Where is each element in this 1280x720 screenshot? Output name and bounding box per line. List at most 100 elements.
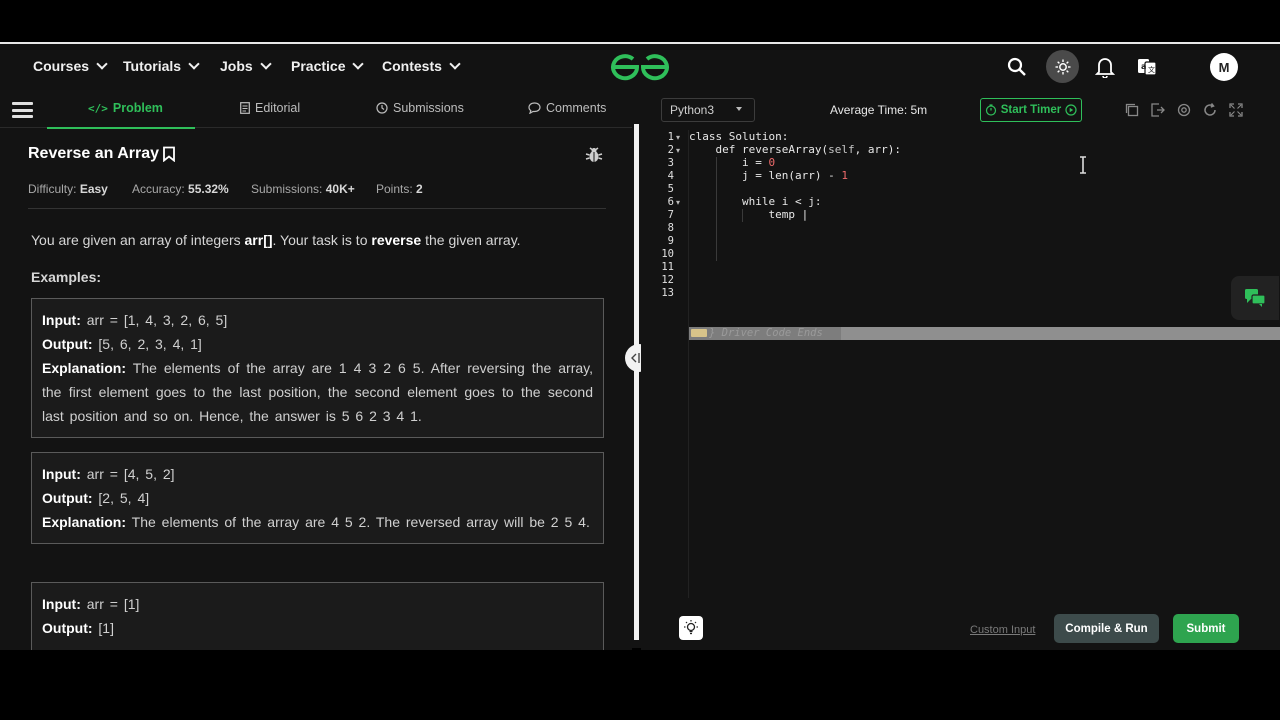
problem-title-text: Reverse an Array: [28, 145, 160, 162]
code-icon: </>: [88, 101, 108, 115]
chat-icon: [1245, 289, 1266, 307]
chevron-down-icon: [96, 57, 108, 70]
tab-problem[interactable]: </> Problem: [88, 101, 163, 115]
fullscreen-icon[interactable]: [1150, 102, 1166, 118]
code-number: 1: [841, 169, 848, 182]
code-line-6: while i < j:: [689, 195, 821, 208]
document-icon: [240, 102, 250, 114]
compile-run-label: Compile & Run: [1065, 622, 1148, 635]
code-line-2: def reverseArray(self, arr):: [689, 143, 901, 156]
avatar-initial: M: [1218, 59, 1230, 75]
code-line-4: j = len(arr) - 1: [689, 169, 848, 182]
tab-problem-label: Problem: [112, 101, 163, 115]
comment-icon: [528, 102, 541, 114]
line-number: 4: [667, 170, 674, 182]
nav-tutorials[interactable]: Tutorials: [123, 57, 200, 74]
custom-input-link[interactable]: Custom Input: [970, 624, 1035, 636]
svg-text:a: a: [1141, 62, 1146, 71]
tab-submissions[interactable]: Submissions: [376, 101, 464, 115]
difficulty-label: Difficulty:: [28, 182, 77, 196]
example-box-2: Input: arr = [4, 5, 2] Output: [2, 5, 4]…: [31, 452, 604, 544]
compile-run-button[interactable]: Compile & Run: [1054, 614, 1159, 643]
fold-arrow-icon[interactable]: ▾: [676, 198, 680, 207]
code-text: while i < j:: [689, 195, 822, 208]
code-text: class Solution:: [689, 130, 789, 143]
input-label: Input:: [42, 466, 81, 482]
code-self: self: [828, 143, 855, 156]
code-number: 0: [768, 156, 776, 169]
driver-code-folded[interactable]: } Driver Code Ends: [689, 327, 1280, 340]
fold-badge-icon[interactable]: [691, 329, 707, 337]
reset-icon[interactable]: [1202, 102, 1218, 118]
avatar[interactable]: M: [1210, 53, 1238, 81]
example-input: arr = [4, 5, 2]: [86, 466, 175, 482]
problem-title: Reverse an Array: [28, 145, 176, 163]
line-number: 13: [661, 287, 674, 299]
line-number: 10: [661, 248, 674, 260]
play-icon: [1065, 104, 1077, 116]
code-text: , arr):: [854, 143, 901, 156]
nav-courses[interactable]: Courses: [33, 57, 108, 74]
submit-label: Submit: [1186, 622, 1226, 635]
explanation-label: Explanation:: [42, 514, 127, 530]
gfg-logo[interactable]: [610, 52, 670, 82]
line-number: 1: [667, 131, 674, 143]
tab-comments[interactable]: Comments: [528, 101, 606, 115]
desc-text: You are given an array of integers: [31, 232, 245, 248]
settings-icon[interactable]: [1176, 102, 1192, 118]
submit-button[interactable]: Submit: [1173, 614, 1239, 643]
bell-icon[interactable]: [1092, 54, 1118, 80]
code-editor[interactable]: class Solution: def reverseArray(self, a…: [688, 130, 1280, 598]
points-label: Points:: [376, 182, 413, 196]
problem-description: You are given an array of integers arr[]…: [31, 232, 521, 248]
editor-panel: Python3 Average Time: 5m Start Timer 1 2…: [641, 90, 1280, 650]
desc-text: the given array.: [421, 232, 521, 248]
accuracy-label: Accuracy:: [132, 182, 185, 196]
example-input: arr = [1]: [86, 596, 140, 612]
bookmark-icon[interactable]: [162, 146, 176, 162]
example-box-1: Input: arr = [1, 4, 3, 2, 6, 5] Output: …: [31, 298, 604, 438]
copy-icon[interactable]: [1124, 102, 1140, 118]
hint-button[interactable]: [679, 616, 703, 640]
points-value: 2: [416, 182, 423, 196]
divider: [28, 208, 606, 209]
clock-icon: [376, 102, 388, 114]
submissions-meta: Submissions: 40K+: [251, 182, 355, 196]
search-icon[interactable]: [1004, 54, 1030, 80]
bug-icon[interactable]: [585, 146, 603, 164]
example-box-3: Input: arr = [1] Output: [1]: [31, 582, 604, 650]
translate-icon[interactable]: a文: [1134, 54, 1160, 80]
example-explanation: The elements of the array are 4 5 2. The…: [131, 514, 590, 530]
start-timer-button[interactable]: Start Timer: [980, 98, 1082, 122]
nav-contests[interactable]: Contests: [382, 57, 461, 74]
language-select[interactable]: Python3: [661, 98, 755, 122]
nav-jobs-label: Jobs: [220, 58, 253, 74]
problem-panel: </> Problem Editorial Submissions Commen…: [0, 90, 632, 650]
line-number: 3: [667, 157, 674, 169]
difficulty-meta: Difficulty: Easy: [28, 182, 108, 196]
tab-editorial[interactable]: Editorial: [240, 101, 300, 115]
chevron-down-icon: [188, 57, 200, 70]
expand-icon[interactable]: [1228, 102, 1244, 118]
output-label: Output:: [42, 336, 93, 352]
nav-practice[interactable]: Practice: [291, 57, 365, 74]
fold-arrow-icon[interactable]: ▾: [676, 146, 680, 155]
nav-jobs[interactable]: Jobs: [220, 57, 272, 74]
examples-heading: Examples:: [31, 269, 102, 285]
nav-contests-label: Contests: [382, 58, 442, 74]
caret-down-icon: [736, 107, 742, 111]
panel-scrollbar[interactable]: [634, 124, 639, 640]
fold-arrow-icon[interactable]: ▾: [676, 133, 680, 142]
example-output: [1]: [98, 620, 114, 636]
chevron-down-icon: [449, 57, 461, 70]
theme-toggle-button[interactable]: [1046, 50, 1079, 83]
app-frame: Courses Tutorials Jobs Practice Contests…: [0, 42, 1280, 650]
chevron-down-icon: [260, 57, 272, 70]
svg-text:文: 文: [1148, 65, 1155, 74]
example-output: [2, 5, 4]: [98, 490, 150, 506]
theme-icon: [1055, 59, 1070, 74]
explanation-label: Explanation:: [42, 360, 127, 376]
hamburger-menu-icon[interactable]: [12, 102, 33, 118]
chat-button[interactable]: [1231, 276, 1279, 320]
submissions-label: Submissions:: [251, 182, 323, 196]
